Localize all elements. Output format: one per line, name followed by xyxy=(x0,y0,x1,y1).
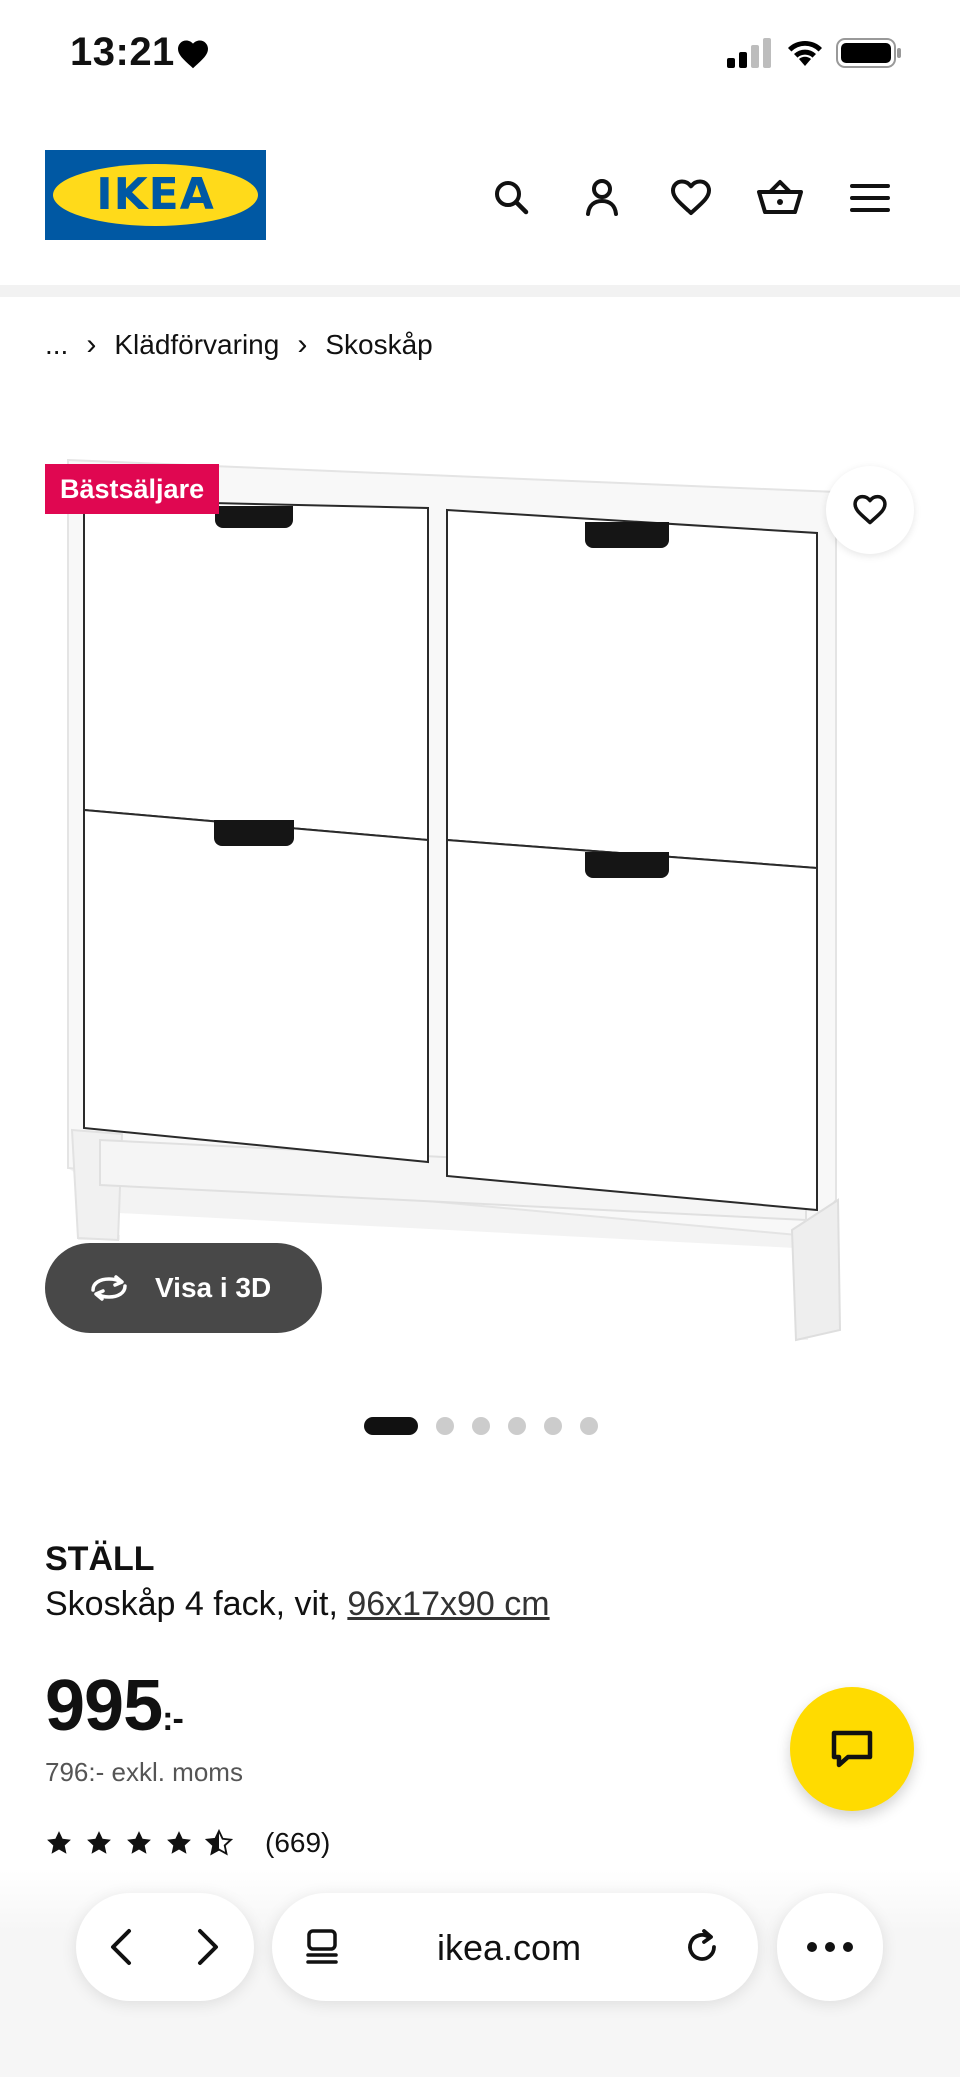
menu-icon[interactable] xyxy=(842,170,898,226)
star-full-icon xyxy=(167,1831,191,1854)
add-to-favourites-button[interactable] xyxy=(826,466,914,554)
reader-tabs-icon[interactable] xyxy=(302,1927,342,1967)
review-count: (669) xyxy=(265,1827,331,1858)
logo-text: IKEA xyxy=(96,169,215,220)
breadcrumb-item-skoskap[interactable]: Skoskåp xyxy=(325,329,432,361)
heart-outline-icon xyxy=(853,494,887,525)
price-value: 995 xyxy=(45,1666,163,1746)
product-rating[interactable]: (669) xyxy=(45,1827,330,1859)
browser-toolbar: ikea.com xyxy=(0,1870,960,2077)
status-time: 13:21 xyxy=(70,30,175,74)
product-name: STÄLL xyxy=(45,1540,155,1578)
wifi-icon xyxy=(788,40,822,66)
gallery-dot[interactable] xyxy=(472,1417,490,1435)
product-image xyxy=(67,458,842,1342)
reload-icon[interactable] xyxy=(680,1925,724,1969)
heart-icon xyxy=(178,40,208,69)
star-full-icon xyxy=(127,1831,151,1854)
star-half-icon xyxy=(205,1829,233,1856)
gallery-dot[interactable] xyxy=(436,1417,454,1435)
breadcrumb-ellipsis[interactable]: ... xyxy=(45,329,68,361)
chevron-right-icon: › xyxy=(297,328,308,361)
browser-nav-group xyxy=(76,1893,254,2001)
forward-arrow-icon[interactable] xyxy=(184,1925,228,1969)
product-description: Skoskåp 4 fack, vit, 96x17x90 cm xyxy=(45,1585,550,1624)
address-bar[interactable]: ikea.com xyxy=(272,1893,758,2001)
gallery-dot-active[interactable] xyxy=(364,1417,418,1435)
gallery-dot[interactable] xyxy=(580,1417,598,1435)
ellipsis-icon xyxy=(807,1942,853,1952)
price-suffix: :- xyxy=(162,1700,184,1738)
product-price: 995:- xyxy=(45,1665,184,1747)
star-full-icon xyxy=(47,1831,71,1854)
gallery-dot[interactable] xyxy=(544,1417,562,1435)
gallery-pagination xyxy=(364,1415,616,1437)
battery-icon xyxy=(836,38,901,68)
wishlist-heart-icon[interactable] xyxy=(663,170,719,226)
star-full-icon xyxy=(87,1831,111,1854)
profile-icon[interactable] xyxy=(574,170,630,226)
product-description-text: Skoskåp 4 fack, vit, xyxy=(45,1585,348,1623)
url-text: ikea.com xyxy=(437,1927,582,1968)
shopping-bag-icon[interactable] xyxy=(752,170,808,226)
view-in-3d-label: Visa i 3D xyxy=(155,1272,272,1303)
status-bar: 13:21 xyxy=(0,0,960,110)
more-options-button[interactable] xyxy=(777,1893,883,2001)
cellular-signal-icon xyxy=(727,38,771,68)
breadcrumb-item-kladforvaring[interactable]: Klädförvaring xyxy=(114,329,279,361)
chat-bubble-icon xyxy=(831,1730,873,1768)
chat-button[interactable] xyxy=(790,1687,914,1811)
header-separator xyxy=(0,285,960,297)
rotate-3d-icon xyxy=(91,1275,127,1301)
gallery-dot[interactable] xyxy=(508,1417,526,1435)
chevron-right-icon: › xyxy=(86,328,97,361)
product-dimensions-link[interactable]: 96x17x90 cm xyxy=(347,1585,549,1623)
site-header: IKEA xyxy=(0,110,960,285)
breadcrumb: ... › Klädförvaring › Skoskåp xyxy=(45,325,433,365)
back-arrow-icon[interactable] xyxy=(101,1925,145,1969)
view-in-3d-button[interactable]: Visa i 3D xyxy=(45,1243,322,1333)
price-excluding-vat: 796:- exkl. moms xyxy=(45,1757,243,1787)
product-gallery[interactable]: Bästsäljare Visa i 3D xyxy=(0,440,960,1435)
ikea-logo[interactable]: IKEA xyxy=(45,150,266,240)
search-icon[interactable] xyxy=(484,170,540,226)
bestseller-badge: Bästsäljare xyxy=(45,464,220,514)
